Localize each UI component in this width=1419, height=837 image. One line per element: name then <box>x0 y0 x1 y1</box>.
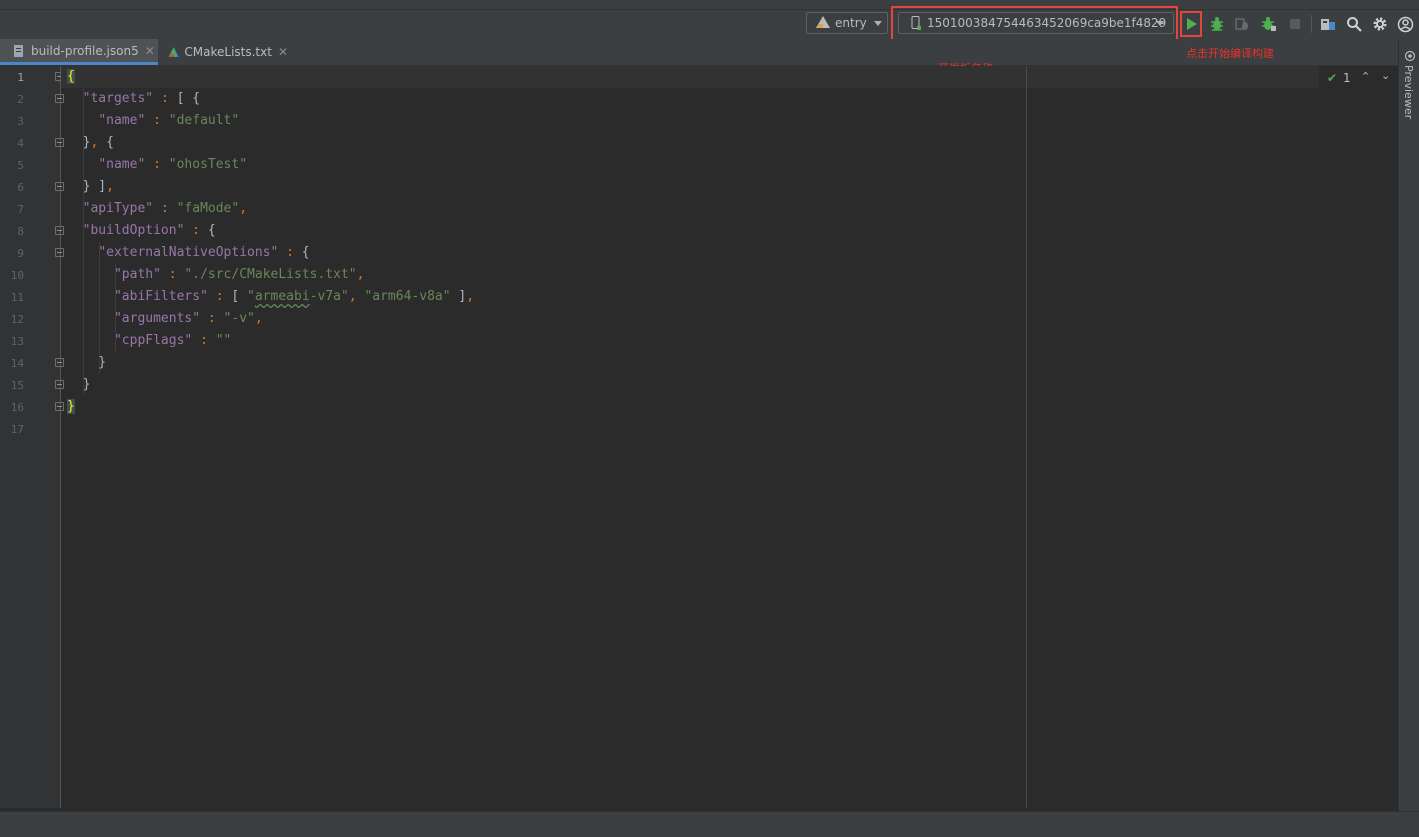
inspection-count: 1 <box>1343 71 1351 85</box>
chevron-up-icon[interactable]: ⌃ <box>1361 70 1370 83</box>
previewer-icon <box>1404 50 1416 62</box>
status-bar <box>0 811 1419 837</box>
current-line-highlight <box>61 66 1319 88</box>
debug-icon[interactable] <box>1209 16 1225 32</box>
code-line: "externalNativeOptions" : { <box>98 245 310 260</box>
inspection-widget[interactable]: ✔ 1 ⌃ ⌄ <box>1327 69 1397 85</box>
tab-build-profile[interactable]: build-profile.json5 ✕ <box>0 39 158 65</box>
code-line: "cppFlags" : "" <box>113 333 232 348</box>
line-number: 13 <box>10 335 24 348</box>
module-selector-label: entry <box>835 16 867 30</box>
line-number: 7 <box>17 203 24 216</box>
line-number: 8 <box>17 225 24 238</box>
code-line: } ], <box>67 179 114 194</box>
project-structure-icon[interactable] <box>1320 16 1336 32</box>
right-tool-stripe: Previewer <box>1398 39 1419 811</box>
code-editor[interactable]: { "targets" : [ { "name" : "default" }, … <box>61 66 1398 808</box>
code-line: } <box>67 355 107 370</box>
line-number: 4 <box>17 137 24 150</box>
code-line: "buildOption" : { <box>82 223 216 238</box>
code-line: "arguments" : "-v", <box>113 311 263 326</box>
code-line: "targets" : [ { <box>82 91 201 106</box>
code-line: }, { <box>67 135 114 150</box>
account-icon[interactable] <box>1397 16 1414 33</box>
code-line: "abiFilters" : [ "armeabi-v7a", "arm64-v… <box>113 289 475 304</box>
line-number: 17 <box>10 423 24 436</box>
main-toolbar: entry 150100384754463452069ca9be1f4829 <box>0 10 1419 39</box>
code-line: "apiType" : "faMode", <box>82 201 248 216</box>
line-number: 3 <box>17 115 24 128</box>
line-number-gutter: 1 2 3 4 5 6 7 8 9 10 11 12 13 14 15 16 1… <box>0 66 64 808</box>
profile-icon[interactable] <box>1261 16 1277 32</box>
line-number: 6 <box>17 181 24 194</box>
tab-label: build-profile.json5 <box>31 43 139 58</box>
line-number: 1 <box>17 71 24 84</box>
close-icon[interactable]: ✕ <box>278 45 288 59</box>
line-number: 10 <box>10 269 24 282</box>
tab-cmakelists[interactable]: CMakeLists.txt ✕ <box>158 39 288 65</box>
line-number: 15 <box>10 379 24 392</box>
chevron-down-icon[interactable]: ⌄ <box>1381 69 1390 82</box>
chevron-down-icon <box>874 21 882 26</box>
code-line: } <box>67 377 91 392</box>
stop-icon[interactable] <box>1289 18 1301 30</box>
attach-debugger-icon[interactable] <box>1234 16 1250 32</box>
line-number: 12 <box>10 313 24 326</box>
module-selector[interactable]: entry <box>806 12 888 34</box>
line-number: 16 <box>10 401 24 414</box>
line-number: 9 <box>17 247 24 260</box>
gear-icon[interactable] <box>1372 16 1388 32</box>
code-line: } <box>67 399 75 414</box>
code-line: "path" : "./src/CMakeLists.txt", <box>113 267 365 282</box>
right-margin-guide <box>1026 66 1027 808</box>
previewer-tool-button[interactable]: Previewer <box>1402 65 1415 119</box>
check-icon: ✔ <box>1327 71 1338 85</box>
module-triangle-icon <box>816 16 830 28</box>
code-line: "name" : "ohosTest" <box>98 157 248 172</box>
cmake-file-icon <box>168 47 179 57</box>
run-highlight-box <box>1180 11 1202 37</box>
tab-label: CMakeLists.txt <box>184 45 272 59</box>
title-strip <box>0 0 1419 10</box>
search-icon[interactable] <box>1346 16 1362 32</box>
json-file-icon <box>14 44 23 57</box>
line-number: 14 <box>10 357 24 370</box>
line-number: 2 <box>17 93 24 106</box>
line-number: 11 <box>10 291 24 304</box>
toolbar-separator <box>1311 15 1312 33</box>
run-annotation: 点击开始编译构建 <box>1186 47 1274 60</box>
code-line: { <box>67 69 75 84</box>
close-icon[interactable]: ✕ <box>145 44 155 58</box>
line-number: 5 <box>17 159 24 172</box>
code-line: "name" : "default" <box>98 113 240 128</box>
